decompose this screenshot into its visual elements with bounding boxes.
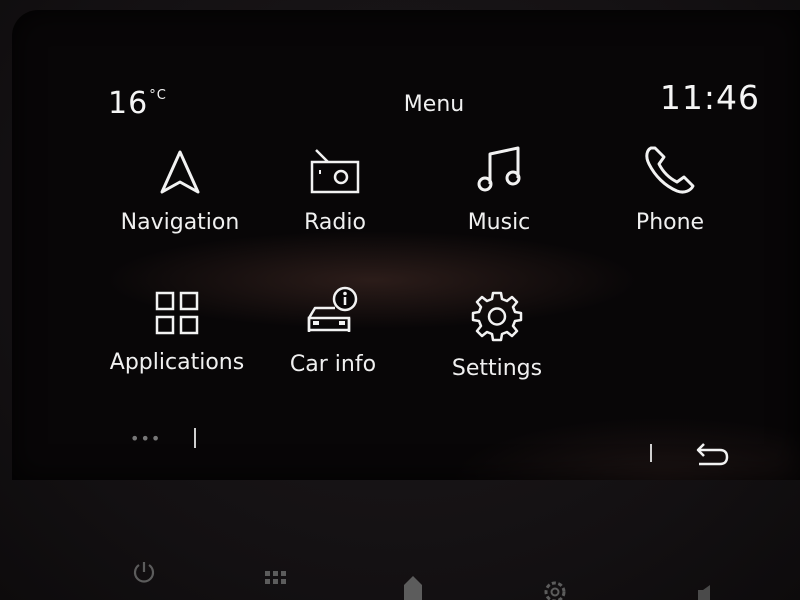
- phone-icon: [645, 146, 695, 194]
- menu-item-label: Radio: [304, 210, 366, 235]
- back-arrow-icon: [696, 443, 729, 466]
- divider-left: [194, 428, 196, 448]
- temperature-display: 16°C: [108, 86, 167, 121]
- temperature-value: 16: [108, 86, 149, 121]
- menu-item-label: Applications: [109, 350, 245, 375]
- more-indicator[interactable]: •••: [130, 429, 161, 448]
- grid-icon[interactable]: [264, 570, 288, 588]
- radio-icon: [310, 149, 360, 194]
- menu-item-phone[interactable]: Phone: [595, 144, 745, 235]
- menu-item-label: Navigation: [120, 210, 240, 235]
- menu-item-car-info[interactable]: Car info: [258, 286, 408, 377]
- menu-item-label: Phone: [635, 210, 705, 235]
- menu-item-radio[interactable]: Radio: [260, 148, 410, 235]
- clock: 11:46: [659, 78, 760, 117]
- menu-item-music[interactable]: Music: [424, 146, 574, 235]
- power-icon[interactable]: [132, 560, 156, 584]
- menu-item-label: Settings: [451, 356, 543, 381]
- back-button[interactable]: [694, 440, 730, 472]
- grid-apps-icon: [155, 291, 199, 335]
- volume-icon[interactable]: [696, 584, 714, 600]
- hardware-button-bar: [0, 540, 800, 600]
- music-note-icon: [477, 146, 521, 192]
- navigation-arrow-icon: [160, 150, 200, 194]
- menu-item-label: Car info: [289, 352, 377, 377]
- divider-right: [650, 444, 652, 462]
- page-title: Menu: [403, 92, 465, 117]
- menu-item-navigation[interactable]: Navigation: [105, 148, 255, 235]
- temperature-unit: °C: [149, 88, 167, 103]
- gear-icon: [471, 291, 523, 342]
- settings-icon[interactable]: [540, 578, 570, 600]
- car-info-icon: [307, 286, 358, 332]
- menu-item-settings[interactable]: Settings: [422, 290, 572, 381]
- menu-item-label: Music: [467, 210, 531, 235]
- menu-item-applications[interactable]: Applications: [102, 290, 252, 375]
- home-icon[interactable]: [402, 574, 424, 600]
